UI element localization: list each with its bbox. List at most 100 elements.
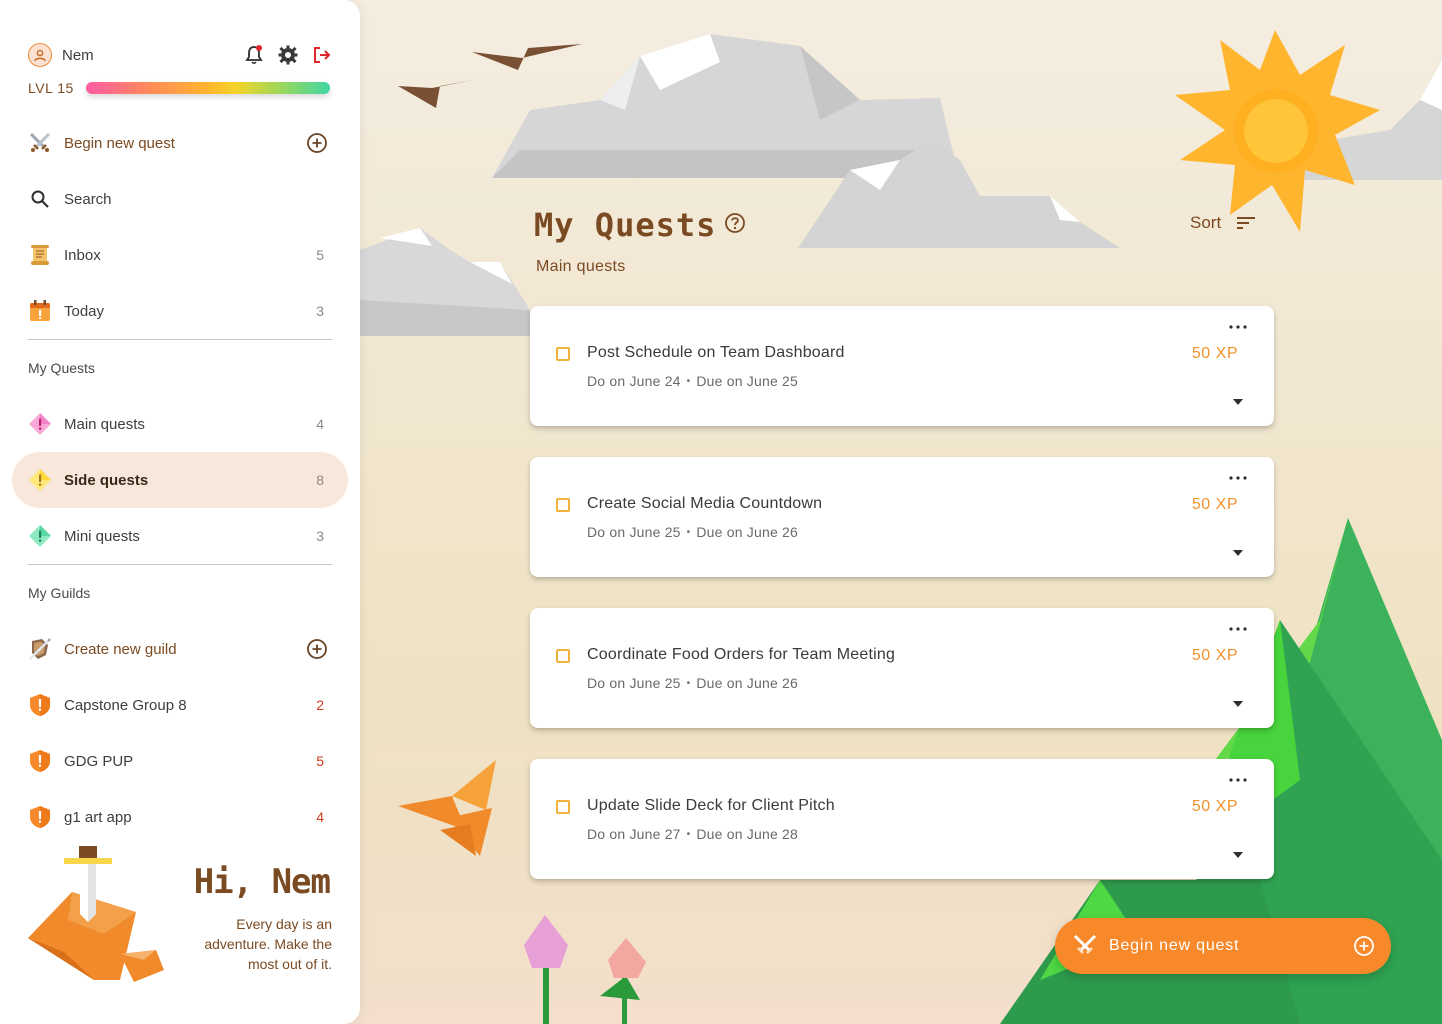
sidebar-item-guild-gdg-pup[interactable]: GDG PUP 5 [12, 733, 348, 789]
sword-in-stone-illustration [28, 846, 164, 982]
sidebar: Nem LVL 15 Begin new quest Search Inbox … [0, 0, 360, 1024]
more-dots-icon[interactable] [1228, 775, 1248, 785]
quest-card[interactable]: Coordinate Food Orders for Team Meeting … [530, 608, 1274, 728]
quest-do-date: Do on June 27 [587, 826, 681, 842]
more-dots-icon[interactable] [1228, 624, 1248, 634]
date-separator: • [686, 527, 691, 538]
sidebar-item-label: Begin new quest [64, 134, 175, 152]
quest-dates: Do on June 24 • Due on June 25 [587, 373, 798, 389]
help-circle-icon[interactable] [724, 212, 746, 234]
sidebar-item-inbox[interactable]: Inbox 5 [12, 227, 348, 283]
scroll-icon [28, 243, 52, 267]
quest-card[interactable]: Post Schedule on Team Dashboard Do on Ju… [530, 306, 1274, 426]
level-row: LVL 15 [28, 78, 332, 98]
quest-card[interactable]: Create Social Media Countdown Do on June… [530, 457, 1274, 577]
level-label: LVL 15 [28, 80, 74, 96]
sidebar-item-label: Main quests [64, 415, 145, 433]
caret-down-icon[interactable] [1232, 398, 1244, 406]
yellow-diamond-icon [28, 468, 52, 492]
caret-down-icon[interactable] [1232, 549, 1244, 557]
sidebar-item-guild-capstone-group-8[interactable]: Capstone Group 8 2 [12, 677, 348, 733]
count-badge: 4 [316, 416, 324, 432]
caret-down-icon[interactable] [1232, 700, 1244, 708]
sidebar-item-label: Side quests [64, 471, 149, 489]
quest-checkbox[interactable] [556, 649, 570, 663]
butterfly-illustration [398, 760, 496, 856]
sidebar-item-label: Inbox [64, 246, 101, 264]
sidebar-item-label: Capstone Group 8 [64, 696, 187, 714]
sidebar-item-create-new-guild[interactable]: Create new guild [12, 621, 348, 677]
quest-xp: 50 XP [1191, 798, 1238, 815]
greeting-title: Hi, Nem [193, 862, 331, 902]
calendar-icon [28, 299, 52, 323]
more-dots-icon[interactable] [1228, 473, 1248, 483]
sidebar-item-label: GDG PUP [64, 752, 134, 770]
logout-icon[interactable] [312, 45, 332, 65]
quest-xp: 50 XP [1191, 345, 1238, 362]
quest-checkbox[interactable] [556, 800, 570, 814]
more-dots-icon[interactable] [1228, 322, 1248, 332]
sidebar-item-label: Today [64, 302, 105, 320]
green-diamond-icon [28, 524, 52, 548]
crossed-swords-icon [28, 131, 52, 155]
quest-due-date: Due on June 26 [696, 524, 799, 540]
sidebar-item-today[interactable]: Today 3 [12, 283, 348, 339]
profile-actions [244, 45, 332, 65]
divider [28, 564, 332, 565]
quest-title: Create Social Media Countdown [587, 495, 823, 512]
plus-circle-icon[interactable] [306, 132, 328, 154]
plus-circle-icon [1354, 936, 1374, 956]
quest-due-date: Due on June 28 [696, 826, 799, 842]
quest-card[interactable]: Update Slide Deck for Client Pitch Do on… [530, 759, 1274, 879]
pink-diamond-icon [28, 412, 52, 436]
caret-down-icon[interactable] [1232, 851, 1244, 859]
bell-icon[interactable] [244, 45, 264, 65]
plus-circle-icon[interactable] [306, 638, 328, 660]
quest-checkbox[interactable] [556, 498, 570, 512]
sidebar-item-label: Create new guild [64, 640, 177, 658]
date-separator: • [686, 678, 691, 689]
count-badge: 5 [316, 247, 324, 263]
avatar[interactable] [28, 43, 52, 67]
profile-name: Nem [62, 46, 94, 64]
greeting-text: Every day is an adventure. Make the most… [204, 916, 332, 972]
date-separator: • [686, 829, 691, 840]
date-separator: • [686, 376, 691, 387]
divider [28, 339, 332, 340]
quest-dates: Do on June 25 • Due on June 26 [587, 675, 798, 691]
count-badge: 4 [316, 809, 324, 825]
quest-do-date: Do on June 25 [587, 675, 681, 691]
person-icon [34, 49, 46, 62]
quest-due-date: Due on June 26 [696, 675, 799, 691]
gear-icon[interactable] [278, 45, 298, 65]
sort-lines-icon [1237, 217, 1256, 229]
orange-shield-icon [28, 693, 52, 717]
orange-shield-icon [28, 805, 52, 829]
count-badge: 8 [316, 472, 324, 488]
quest-xp: 50 XP [1191, 496, 1238, 513]
quest-due-date: Due on June 25 [696, 373, 799, 389]
level-progress-bar [85, 82, 330, 94]
section-title-my-quests: My Quests [28, 360, 95, 376]
sun-illustration [1175, 30, 1380, 232]
sidebar-item-mini-quests[interactable]: Mini quests 3 [12, 508, 348, 564]
section-label-main-quests: Main quests [536, 258, 626, 275]
sidebar-item-begin-new-quest[interactable]: Begin new quest [12, 115, 348, 171]
quest-checkbox[interactable] [556, 347, 570, 361]
sort-button[interactable]: Sort [1190, 210, 1257, 236]
quest-do-date: Do on June 25 [587, 524, 681, 540]
sidebar-item-label: Mini quests [64, 527, 140, 545]
sidebar-item-search[interactable]: Search [12, 171, 348, 227]
page-title: My Quests [534, 206, 717, 244]
sidebar-item-label: g1 art app [64, 808, 132, 826]
sidebar-item-guild-g1-art-app[interactable]: g1 art app 4 [12, 789, 348, 845]
section-title-my-guilds: My Guilds [28, 585, 91, 601]
quest-title: Update Slide Deck for Client Pitch [587, 797, 835, 814]
crossed-swords-icon [1071, 932, 1099, 960]
sidebar-item-main-quests[interactable]: Main quests 4 [12, 396, 348, 452]
sidebar-item-side-quests[interactable]: Side quests 8 [12, 452, 348, 508]
sort-label: Sort [1190, 213, 1222, 232]
begin-new-quest-fab[interactable]: Begin new quest [1055, 918, 1391, 974]
search-icon [28, 187, 52, 211]
sidebar-item-label: Search [64, 190, 112, 208]
